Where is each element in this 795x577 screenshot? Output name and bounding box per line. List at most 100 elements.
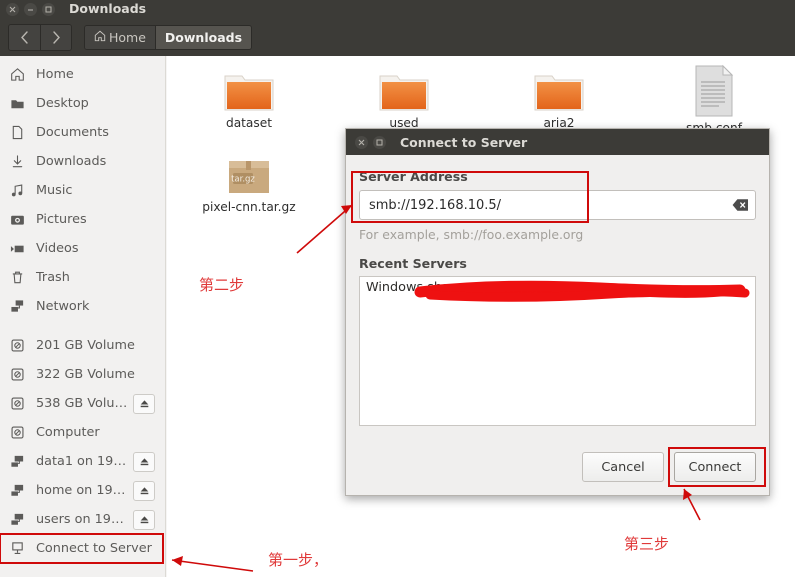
cancel-button[interactable]: Cancel (582, 452, 664, 482)
sidebar-label: Documents (36, 125, 109, 140)
sidebar-label: Pictures (36, 212, 87, 227)
file-item-dataset[interactable]: dataset (197, 69, 301, 130)
annotation-step1-label: 第一步， (268, 549, 328, 570)
forward-button[interactable] (40, 25, 71, 50)
document-icon (9, 124, 26, 141)
sidebar-label: Home (36, 67, 74, 82)
sidebar-item-desktop[interactable]: Desktop (0, 89, 165, 118)
back-button[interactable] (9, 25, 40, 50)
sidebar-label: Music (36, 183, 72, 198)
sidebar-label: 201 GB Volume (36, 338, 135, 353)
window-title: Downloads (69, 1, 146, 16)
drive-icon (9, 424, 26, 441)
file-item-aria2[interactable]: aria2 (507, 69, 611, 130)
desktop-folder-icon (9, 95, 26, 112)
server-address-input[interactable] (359, 190, 756, 220)
sidebar-item-connect-to-server[interactable]: Connect to Server (0, 534, 163, 563)
sidebar-label: 322 GB Volume (36, 367, 135, 382)
sidebar-label: users on 19… (36, 512, 124, 527)
document-icon (692, 64, 736, 118)
folder-icon (377, 69, 431, 113)
camera-icon (9, 211, 26, 228)
eject-button[interactable] (133, 481, 155, 501)
eject-button[interactable] (133, 452, 155, 472)
window-titlebar: Downloads (0, 0, 795, 18)
sidebar-divider (0, 321, 165, 331)
file-item-smb-conf[interactable]: smb.conf (662, 64, 766, 135)
sidebar-item-pictures[interactable]: Pictures (0, 205, 165, 234)
file-item-used[interactable]: used (352, 69, 456, 130)
breadcrumb-downloads[interactable]: Downloads (155, 26, 251, 49)
sidebar-item-home[interactable]: Home (0, 60, 165, 89)
file-name: pixel-cnn.tar.gz (197, 200, 301, 214)
sidebar-item-videos[interactable]: Videos (0, 234, 165, 263)
sidebar-item-volume-201[interactable]: 201 GB Volume (0, 331, 165, 360)
dialog-window-controls (355, 136, 386, 149)
sidebar-label: Desktop (36, 96, 89, 111)
close-icon[interactable] (6, 3, 19, 16)
sidebar-label: data1 on 19… (36, 454, 126, 469)
dialog-body: Server Address For example, smb://foo.ex… (346, 155, 769, 426)
sidebar-label: Connect to Server (36, 541, 152, 556)
sidebar-item-computer[interactable]: Computer (0, 418, 165, 447)
backspace-clear-icon[interactable] (732, 197, 749, 212)
toolbar: Home Downloads (0, 18, 795, 56)
sidebar-label: 538 GB Volu… (36, 396, 127, 411)
breadcrumb-home-label: Home (109, 30, 146, 45)
eject-button[interactable] (133, 394, 155, 414)
sidebar-item-volume-538[interactable]: 538 GB Volu… (0, 389, 165, 418)
server-address-hint: For example, smb://foo.example.org (359, 227, 756, 242)
network-icon (9, 298, 26, 315)
window-controls (6, 3, 55, 16)
sidebar-label: Network (36, 299, 89, 314)
connect-button[interactable]: Connect (674, 452, 756, 482)
sidebar-item-documents[interactable]: Documents (0, 118, 165, 147)
sidebar-item-network[interactable]: Network (0, 292, 165, 321)
remote-share-icon (9, 453, 26, 470)
sidebar-item-share-home[interactable]: home on 19… (0, 476, 165, 505)
close-icon[interactable] (355, 136, 368, 149)
music-note-icon (9, 182, 26, 199)
nav-buttons (8, 24, 72, 51)
dialog-titlebar: Connect to Server (346, 129, 769, 155)
sidebar-label: home on 19… (36, 483, 125, 498)
breadcrumb-home[interactable]: Home (85, 26, 155, 49)
server-icon (9, 540, 26, 557)
dialog-footer: Cancel Connect (346, 439, 769, 495)
annotation-step3-label: 第三步 (624, 533, 669, 554)
folder-icon (222, 69, 276, 113)
sidebar-label: Downloads (36, 154, 106, 169)
list-item[interactable]: Windows shares on 19 (360, 277, 755, 298)
home-icon (94, 30, 106, 45)
sidebar[interactable]: Home Desktop Documents Downloads Music (0, 56, 166, 577)
download-arrow-icon (9, 153, 26, 170)
minimize-icon[interactable] (24, 3, 37, 16)
sidebar-item-downloads[interactable]: Downloads (0, 147, 165, 176)
connect-to-server-dialog: Connect to Server Server Address For exa… (345, 128, 770, 496)
svg-text:tar.gz: tar.gz (231, 175, 255, 185)
drive-icon (9, 337, 26, 354)
dialog-title: Connect to Server (400, 135, 527, 150)
file-manager-window: Downloads Home Downloads (0, 0, 795, 577)
recent-servers-list[interactable]: Windows shares on 19 (359, 276, 756, 426)
drive-icon (9, 366, 26, 383)
sidebar-item-trash[interactable]: Trash (0, 263, 165, 292)
breadcrumb: Home Downloads (84, 25, 252, 50)
sidebar-item-share-data1[interactable]: data1 on 19… (0, 447, 165, 476)
sidebar-item-volume-322[interactable]: 322 GB Volume (0, 360, 165, 389)
archive-icon: tar.gz (225, 153, 273, 197)
maximize-icon[interactable] (373, 136, 386, 149)
folder-icon (532, 69, 586, 113)
video-icon (9, 240, 26, 257)
sidebar-label: Computer (36, 425, 100, 440)
sidebar-item-music[interactable]: Music (0, 176, 165, 205)
trash-icon (9, 269, 26, 286)
home-icon (9, 66, 26, 83)
eject-button[interactable] (133, 510, 155, 530)
sidebar-item-share-users[interactable]: users on 19… (0, 505, 165, 534)
recent-servers-label: Recent Servers (359, 256, 756, 271)
file-name: dataset (197, 116, 301, 130)
file-item-pixel-cnn-archive[interactable]: tar.gz pixel-cnn.tar.gz (197, 153, 301, 214)
maximize-icon[interactable] (42, 3, 55, 16)
remote-share-icon (9, 482, 26, 499)
